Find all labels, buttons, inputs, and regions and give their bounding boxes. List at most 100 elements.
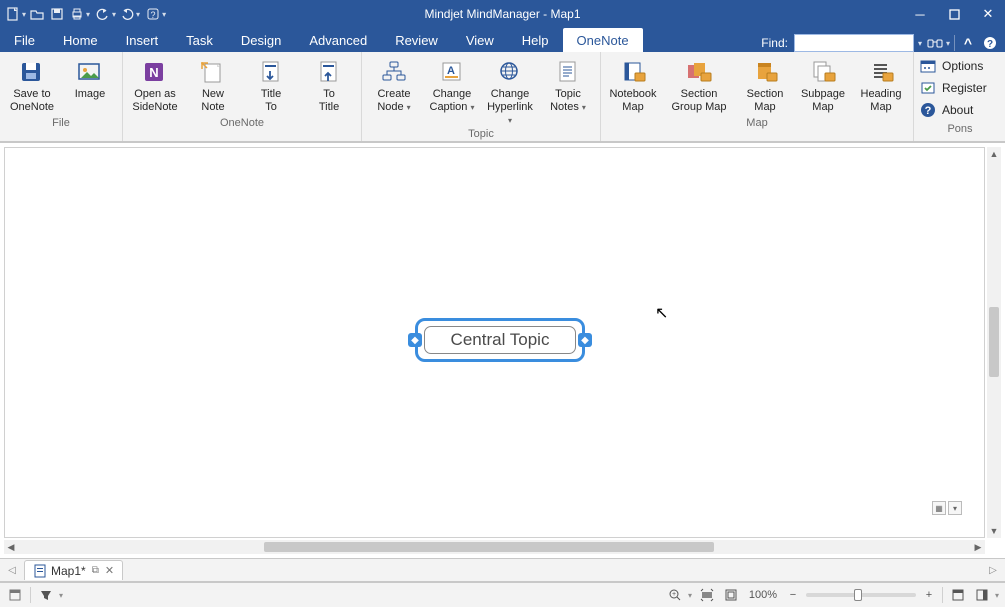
new-note-label: New Note bbox=[201, 88, 224, 114]
image-button[interactable]: Image bbox=[62, 56, 118, 114]
filter-icon[interactable] bbox=[37, 586, 55, 604]
change-hyperlink-button[interactable]: Change Hyperlink ▾ bbox=[482, 56, 538, 127]
tab-review[interactable]: Review bbox=[381, 28, 452, 52]
section-group-map-button[interactable]: Section Group Map bbox=[663, 56, 735, 114]
scroll-up-icon[interactable]: ▲ bbox=[987, 147, 1001, 161]
view-layout-icon[interactable] bbox=[949, 586, 967, 604]
chevron-down-icon[interactable]: ▾ bbox=[688, 591, 692, 600]
chevron-down-icon[interactable]: ▾ bbox=[946, 39, 950, 48]
chevron-down-icon[interactable]: ▾ bbox=[59, 591, 63, 600]
document-tab-bar: ◁ Map1* ⧉ ✕ ▷ bbox=[0, 558, 1005, 582]
create-node-button[interactable]: Create Node ▾ bbox=[366, 56, 422, 127]
collapse-ribbon-icon[interactable]: ^ bbox=[959, 34, 977, 52]
tab-scroll-right[interactable]: ▷ bbox=[985, 565, 1001, 576]
minimize-button[interactable]: ─ bbox=[903, 0, 937, 28]
options-icon bbox=[920, 58, 936, 74]
chevron-down-icon[interactable]: ▾ bbox=[162, 10, 166, 19]
close-button[interactable]: ✕ bbox=[971, 0, 1005, 28]
chevron-down-icon[interactable]: ▾ bbox=[918, 39, 922, 48]
notebook-map-button[interactable]: Notebook Map bbox=[605, 56, 661, 114]
window-controls: ─ ✕ bbox=[903, 0, 1005, 28]
zoom-in-button[interactable]: + bbox=[922, 589, 936, 601]
tab-home[interactable]: Home bbox=[49, 28, 112, 52]
svg-text:A: A bbox=[447, 65, 455, 77]
qat-open-icon[interactable] bbox=[28, 5, 46, 23]
zoom-fit-icon[interactable]: + bbox=[666, 586, 684, 604]
open-sidenote-icon: N bbox=[139, 58, 171, 86]
central-topic[interactable]: Central Topic ◆ ◆ bbox=[415, 318, 585, 362]
zoom-slider[interactable] bbox=[806, 593, 916, 597]
qat-undo-icon[interactable] bbox=[94, 5, 112, 23]
to-title-button[interactable]: To Title bbox=[301, 56, 357, 114]
scroll-right-icon[interactable]: ▶ bbox=[971, 540, 985, 554]
qat-new-icon[interactable] bbox=[4, 5, 22, 23]
options-button[interactable]: Options bbox=[920, 56, 1000, 76]
subpage-map-icon bbox=[807, 58, 839, 86]
binoculars-icon[interactable] bbox=[926, 34, 944, 52]
tab-view[interactable]: View bbox=[452, 28, 508, 52]
chevron-down-icon[interactable]: ▾ bbox=[22, 10, 26, 19]
new-note-icon bbox=[197, 58, 229, 86]
canvas-corner-controls: ▦ ▾ bbox=[932, 501, 962, 515]
document-tab-map1[interactable]: Map1* ⧉ ✕ bbox=[24, 560, 123, 580]
scroll-thumb[interactable] bbox=[264, 542, 714, 552]
view-mode-dropdown[interactable]: ▾ bbox=[948, 501, 962, 515]
zoom-slider-thumb[interactable] bbox=[854, 589, 862, 601]
close-tab-icon[interactable]: ✕ bbox=[105, 564, 114, 577]
zoom-value[interactable]: 100% bbox=[746, 589, 780, 601]
chevron-down-icon[interactable]: ▾ bbox=[86, 10, 90, 19]
qat-redo-icon[interactable] bbox=[118, 5, 136, 23]
fit-page-icon[interactable] bbox=[722, 586, 740, 604]
save-onenote-button[interactable]: Save to OneNote bbox=[4, 56, 60, 114]
ribbon-group-map: Notebook Map Section Group MapSection Map… bbox=[601, 52, 914, 141]
scroll-thumb[interactable] bbox=[989, 307, 999, 377]
notebook-map-label: Notebook Map bbox=[609, 88, 656, 114]
tab-design[interactable]: Design bbox=[227, 28, 295, 52]
scroll-left-icon[interactable]: ◀ bbox=[4, 540, 18, 554]
change-caption-button[interactable]: AChange Caption ▾ bbox=[424, 56, 480, 127]
image-label: Image bbox=[75, 88, 106, 101]
about-button[interactable]: ?About bbox=[920, 100, 1000, 120]
add-left-handle[interactable]: ◆ bbox=[408, 333, 422, 347]
zoom-out-button[interactable]: − bbox=[786, 589, 800, 601]
qat-save-icon[interactable] bbox=[48, 5, 66, 23]
qat-help-icon[interactable]: ? bbox=[144, 5, 162, 23]
chevron-down-icon[interactable]: ▾ bbox=[112, 10, 116, 19]
horizontal-scrollbar[interactable]: ◀ ▶ bbox=[4, 540, 985, 554]
subpage-map-button[interactable]: Subpage Map bbox=[795, 56, 851, 114]
chevron-down-icon[interactable]: ▾ bbox=[995, 591, 999, 600]
tab-insert[interactable]: Insert bbox=[112, 28, 173, 52]
tab-file[interactable]: File bbox=[0, 28, 49, 52]
heading-map-label: Heading Map bbox=[861, 88, 902, 114]
find-input[interactable] bbox=[794, 34, 914, 52]
tab-help[interactable]: Help bbox=[508, 28, 563, 52]
taskpane-icon[interactable] bbox=[973, 586, 991, 604]
tab-task[interactable]: Task bbox=[172, 28, 227, 52]
topic-notes-button[interactable]: Topic Notes ▾ bbox=[540, 56, 596, 127]
add-right-handle[interactable]: ◆ bbox=[578, 333, 592, 347]
popout-icon[interactable]: ⧉ bbox=[92, 565, 99, 576]
statusbar-icon-1[interactable] bbox=[6, 586, 24, 604]
quick-access-toolbar: ▾ ▾ ▾ ▾ ?▾ bbox=[0, 5, 170, 23]
title-to-button[interactable]: Title To bbox=[243, 56, 299, 114]
fit-selection-icon[interactable] bbox=[698, 586, 716, 604]
vertical-scrollbar[interactable]: ▲ ▼ bbox=[987, 147, 1001, 538]
scroll-down-icon[interactable]: ▼ bbox=[987, 524, 1001, 538]
new-note-button[interactable]: New Note bbox=[185, 56, 241, 114]
find-label: Find: bbox=[761, 36, 788, 50]
heading-map-button[interactable]: Heading Map bbox=[853, 56, 909, 114]
section-map-button[interactable]: Section Map bbox=[737, 56, 793, 114]
tab-onenote[interactable]: OneNote bbox=[563, 28, 643, 52]
help-icon[interactable]: ? bbox=[981, 34, 999, 52]
open-sidenote-button[interactable]: NOpen as SideNote bbox=[127, 56, 183, 114]
register-button[interactable]: Register bbox=[920, 78, 1000, 98]
qat-print-icon[interactable] bbox=[68, 5, 86, 23]
svg-text:?: ? bbox=[987, 39, 993, 50]
map-canvas[interactable]: Central Topic ◆ ◆ ↖ ▦ ▾ bbox=[4, 147, 985, 538]
maximize-button[interactable] bbox=[937, 0, 971, 28]
view-mode-button[interactable]: ▦ bbox=[932, 501, 946, 515]
chevron-down-icon[interactable]: ▾ bbox=[136, 10, 140, 19]
tab-scroll-left[interactable]: ◁ bbox=[4, 565, 20, 576]
tab-advanced[interactable]: Advanced bbox=[295, 28, 381, 52]
notebook-map-icon bbox=[617, 58, 649, 86]
